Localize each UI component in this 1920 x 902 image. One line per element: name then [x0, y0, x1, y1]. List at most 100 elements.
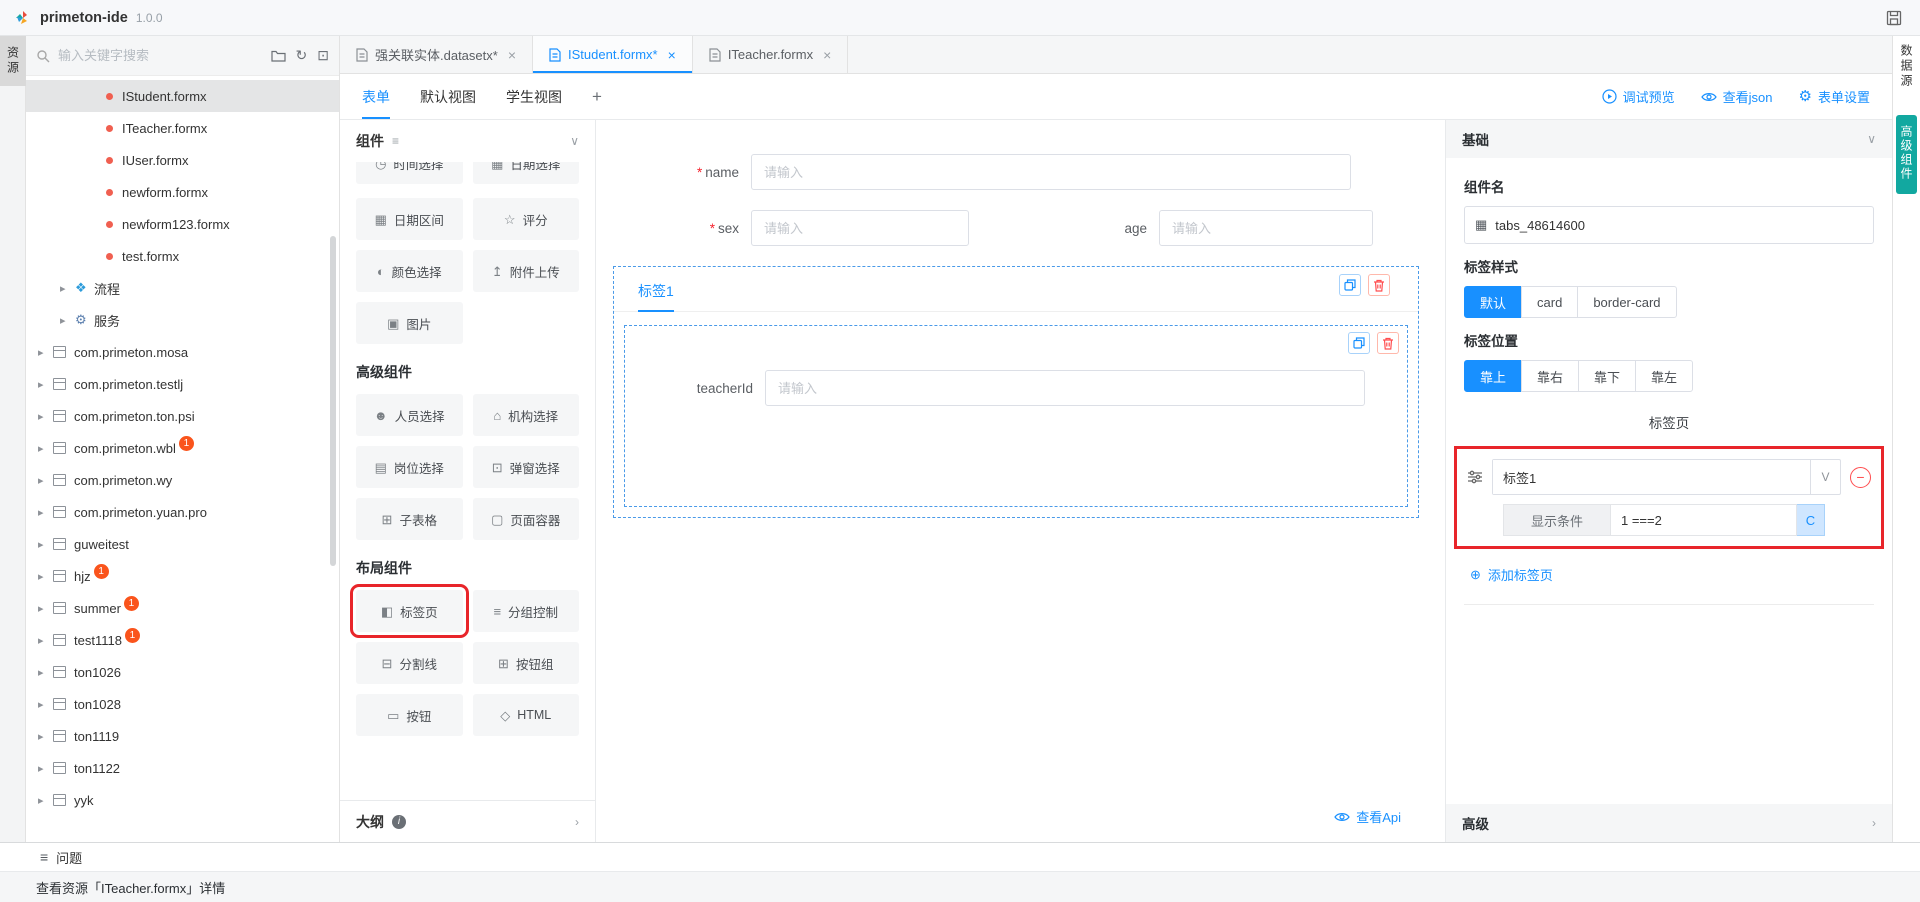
tree-project[interactable]: ▸ com.primeton.wy [26, 464, 339, 496]
palette-item-divider[interactable]: ⊟ 分割线 [356, 642, 463, 684]
tab-form[interactable]: 表单 [362, 74, 390, 119]
chevron-right-icon[interactable]: ▸ [38, 634, 53, 647]
tree-project[interactable]: ▸ summer 1 [26, 592, 339, 624]
copy-pane-button[interactable] [1348, 332, 1370, 354]
label-style-default[interactable]: 默认 [1464, 286, 1522, 318]
chevron-right-icon[interactable]: ▸ [60, 314, 75, 327]
tab-item-1[interactable]: 标签1 [638, 281, 674, 312]
name-input[interactable] [751, 154, 1351, 190]
label-position-bottom[interactable]: 靠下 [1578, 360, 1636, 392]
palette-item-time-select[interactable]: ◷ 时间选择 [356, 162, 463, 184]
tree-file-iuser[interactable]: IUser.formx [26, 144, 339, 176]
tree-project[interactable]: ▸ com.primeton.testlj [26, 368, 339, 400]
palette-item-rating[interactable]: ☆ 评分 [473, 198, 580, 240]
tree-project[interactable]: ▸ hjz 1 [26, 560, 339, 592]
tree-project[interactable]: ▸ ton1028 [26, 688, 339, 720]
tree-file-istudent[interactable]: IStudent.formx [26, 80, 339, 112]
palette-item-color-picker[interactable]: ◐ 颜色选择 [356, 250, 463, 292]
form-canvas[interactable]: *name *sex age [596, 120, 1445, 842]
section-basic[interactable]: 基础 ∨ [1446, 120, 1892, 158]
palette-item-image[interactable]: ▣ 图片 [356, 302, 463, 344]
chevron-down-icon[interactable]: ∨ [570, 134, 579, 148]
tree-project[interactable]: ▸ ton1026 [26, 656, 339, 688]
palette-item-person-select[interactable]: ☻ 人员选择 [356, 394, 463, 436]
tab-expand-button[interactable]: V [1810, 460, 1840, 494]
chevron-right-icon[interactable]: ▸ [38, 474, 53, 487]
palette-item-upload[interactable]: ↥ 附件上传 [473, 250, 580, 292]
label-position-top[interactable]: 靠上 [1464, 360, 1522, 392]
tree-file-iteacher[interactable]: ITeacher.formx [26, 112, 339, 144]
label-style-border-card[interactable]: border-card [1577, 286, 1676, 318]
problems-bar[interactable]: ≡ 问题 [0, 842, 1920, 872]
chevron-right-icon[interactable]: ▸ [38, 570, 53, 583]
delete-component-button[interactable] [1368, 274, 1390, 296]
tree-file-newform123[interactable]: newform123.formx [26, 208, 339, 240]
new-folder-icon[interactable] [271, 49, 286, 62]
tree-project[interactable]: ▸ guweitest [26, 528, 339, 560]
chevron-right-icon[interactable]: › [1872, 816, 1876, 830]
close-icon[interactable]: × [823, 47, 831, 63]
condition-code-button[interactable]: C [1797, 504, 1825, 536]
palette-item-button-group[interactable]: ⊞ 按钮组 [473, 642, 580, 684]
save-button[interactable] [1882, 6, 1906, 30]
refresh-icon[interactable]: ↻ [296, 47, 308, 64]
editor-tab-dataset[interactable]: 强关联实体.datasetx* × [340, 36, 533, 73]
palette-item-page-container[interactable]: ▢ 页面容器 [473, 498, 580, 540]
label-style-card[interactable]: card [1521, 286, 1578, 318]
editor-tab-iteacher[interactable]: ITeacher.formx × [693, 36, 848, 73]
chevron-right-icon[interactable]: ▸ [38, 794, 53, 807]
display-condition-input[interactable] [1611, 504, 1797, 536]
chevron-right-icon[interactable]: ▸ [38, 506, 53, 519]
tree-project[interactable]: ▸ yyk [26, 784, 339, 816]
chevron-right-icon[interactable]: ▸ [38, 378, 53, 391]
age-input[interactable] [1159, 210, 1373, 246]
tree-project[interactable]: ▸ com.primeton.mosa [26, 336, 339, 368]
advanced-rail-tab[interactable]: 高级组件 [1896, 115, 1917, 194]
chevron-right-icon[interactable]: ▸ [38, 762, 53, 775]
add-view-button[interactable]: + [592, 87, 602, 107]
tree-project[interactable]: ▸ com.primeton.ton.psi [26, 400, 339, 432]
palette-item-date-range[interactable]: ▦ 日期区间 [356, 198, 463, 240]
chevron-right-icon[interactable]: ▸ [38, 730, 53, 743]
tree-project[interactable]: ▸ ton1122 [26, 752, 339, 784]
component-name-field[interactable]: ▦ [1464, 206, 1874, 244]
tab-name-input[interactable] [1493, 460, 1810, 494]
tab-name-field[interactable]: V [1492, 459, 1841, 495]
remove-tab-button[interactable]: − [1850, 467, 1871, 488]
chevron-right-icon[interactable]: ▸ [38, 698, 53, 711]
copy-component-button[interactable] [1339, 274, 1361, 296]
sex-input[interactable] [751, 210, 969, 246]
chevron-right-icon[interactable]: ▸ [38, 602, 53, 615]
chevron-right-icon[interactable]: ▸ [38, 410, 53, 423]
editor-tab-istudent[interactable]: IStudent.formx* × [533, 36, 693, 73]
tabs-component[interactable]: 标签1 [613, 266, 1419, 518]
label-position-left[interactable]: 靠左 [1635, 360, 1693, 392]
component-name-input[interactable] [1495, 218, 1863, 233]
teacherid-input[interactable] [765, 370, 1365, 406]
tab-pane[interactable]: teacherId [624, 325, 1408, 507]
chevron-right-icon[interactable]: ▸ [38, 442, 53, 455]
palette-item-date-select[interactable]: ▦ 日期选择 [473, 162, 580, 184]
tree-file-newform[interactable]: newform.formx [26, 176, 339, 208]
chevron-right-icon[interactable]: ▸ [38, 346, 53, 359]
sliders-icon[interactable] [1467, 470, 1483, 484]
search-input[interactable] [58, 48, 263, 63]
view-api-link[interactable]: 查看Api [1334, 807, 1401, 826]
view-json-button[interactable]: 查看json [1701, 87, 1773, 106]
close-icon[interactable]: × [668, 47, 676, 63]
datasource-rail-tab[interactable]: 数据源 [1898, 44, 1915, 89]
resources-rail-tab[interactable]: 资源 [0, 36, 26, 86]
palette-item-html[interactable]: ◇ HTML [473, 694, 580, 736]
palette-item-tabs[interactable]: ◧ 标签页 [356, 590, 463, 632]
tree-project[interactable]: ▸ ton1119 [26, 720, 339, 752]
chevron-right-icon[interactable]: ▸ [60, 282, 75, 295]
palette-item-group-control[interactable]: ≡ 分组控制 [473, 590, 580, 632]
tree-project[interactable]: ▸ com.primeton.yuan.pro [26, 496, 339, 528]
debug-preview-button[interactable]: 调试预览 [1602, 87, 1675, 106]
section-advanced[interactable]: 高级 › [1446, 804, 1892, 842]
delete-pane-button[interactable] [1377, 332, 1399, 354]
tree-node-flow[interactable]: ▸ ❖ 流程 [26, 272, 339, 304]
palette-item-button[interactable]: ▭ 按钮 [356, 694, 463, 736]
tree-node-service[interactable]: ▸ ⚙ 服务 [26, 304, 339, 336]
chevron-right-icon[interactable]: ▸ [38, 666, 53, 679]
